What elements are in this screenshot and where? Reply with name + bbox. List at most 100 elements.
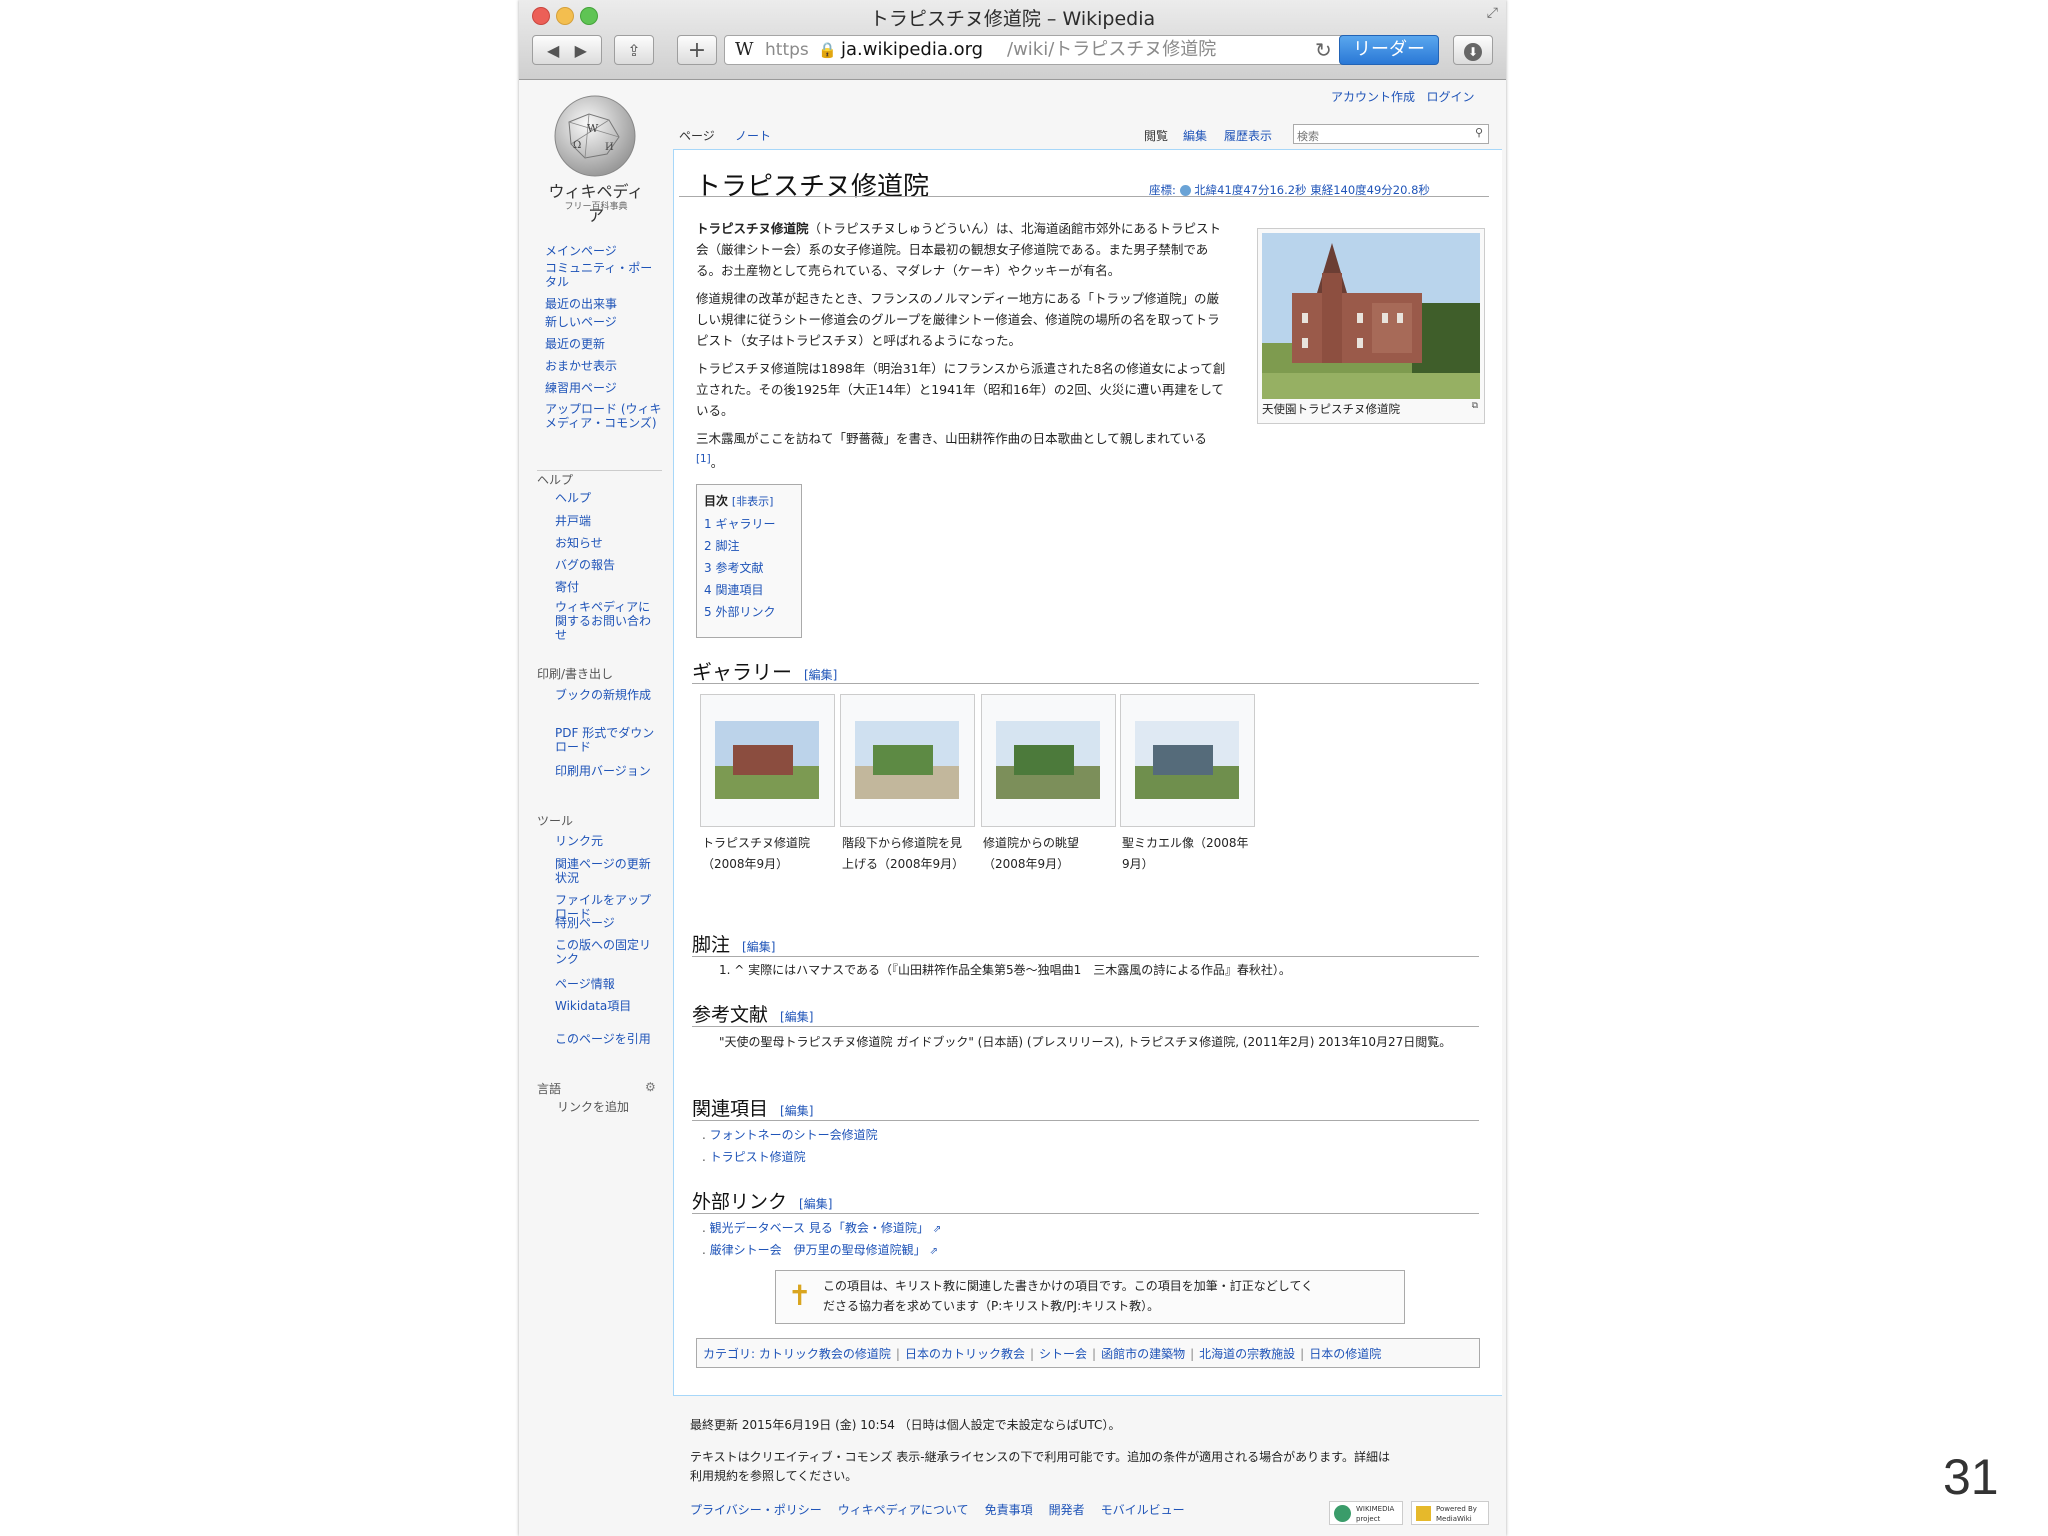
gear-icon[interactable]: ⚙ bbox=[645, 1080, 656, 1094]
category-link[interactable]: 日本の修道院 bbox=[1309, 1347, 1381, 1361]
new-tab-button[interactable]: + bbox=[677, 35, 717, 65]
mediawiki-badge[interactable]: Powered By MediaWiki bbox=[1411, 1501, 1489, 1525]
section-notes-heading: 脚注 [編集] bbox=[692, 930, 775, 957]
gallery-image[interactable] bbox=[715, 721, 819, 799]
downloads-button[interactable]: ⬇ bbox=[1453, 35, 1493, 65]
footer-link[interactable]: ウィキペディアについて bbox=[838, 1503, 969, 1517]
sidebar-item-nav[interactable]: コミュニティ・ポータル bbox=[545, 261, 663, 289]
footnote-ref-1[interactable]: [1] bbox=[696, 453, 711, 465]
coords-link[interactable]: 北緯41度47分16.2秒 東経140度49分20.8秒 bbox=[1194, 183, 1430, 197]
toc-item[interactable]: 3 参考文献 bbox=[704, 559, 763, 576]
sidebar-item-print[interactable]: ブックの新規作成 bbox=[555, 688, 655, 702]
reader-button[interactable]: リーダー bbox=[1339, 35, 1439, 65]
sidebar-item-help[interactable]: 寄付 bbox=[555, 580, 655, 594]
section-related-heading: 関連項目 [編集] bbox=[692, 1094, 813, 1121]
gallery-image[interactable] bbox=[855, 721, 959, 799]
sidebar-item-help[interactable]: 井戸端 bbox=[555, 514, 655, 528]
tab-read[interactable]: 閲覧 bbox=[1144, 127, 1168, 144]
sidebar-item-nav[interactable]: 新しいページ bbox=[545, 315, 663, 329]
puzzle-globe-icon: W Ω И bbox=[554, 95, 636, 177]
sidebar-item-help[interactable]: お知らせ bbox=[555, 536, 655, 550]
url-path: /wiki/トラピスチヌ修道院 bbox=[1007, 39, 1217, 60]
category-list: カトリック教会の修道院 | 日本のカトリック教会 | シトー会 | 函館市の建築物 | 北海道の… bbox=[759, 1347, 1381, 1361]
cross-icon: ✝ bbox=[788, 1279, 812, 1312]
back-icon[interactable]: ◀ bbox=[547, 41, 559, 60]
sidebar-item-tools[interactable]: この版への固定リンク bbox=[555, 938, 655, 966]
section-rule bbox=[692, 1120, 1479, 1121]
sidebar-item-tools[interactable]: Wikidata項目 bbox=[555, 999, 655, 1013]
sidebar-item-tools[interactable]: 特別ページ bbox=[555, 916, 655, 930]
coordinates: 座標: 北緯41度47分16.2秒 東経140度49分20.8秒 bbox=[1149, 182, 1430, 198]
share-button[interactable]: ⇪ bbox=[614, 35, 654, 65]
edit-section-link[interactable]: [編集] bbox=[742, 940, 775, 954]
edit-section-link[interactable]: [編集] bbox=[780, 1104, 813, 1118]
wikimedia-badge[interactable]: WIKIMEDIA project bbox=[1329, 1501, 1403, 1525]
sidebar-item-help[interactable]: バグの報告 bbox=[555, 558, 655, 572]
back-forward-buttons[interactable]: ◀ ▶ bbox=[532, 35, 602, 65]
sidebar-item-nav[interactable]: メインページ bbox=[545, 244, 663, 258]
reload-icon[interactable]: ↻ bbox=[1315, 36, 1332, 64]
footer-link[interactable]: モバイルビュー bbox=[1101, 1503, 1185, 1517]
browser-window: トラピスチヌ修道院 – Wikipedia ⤢ ◀ ▶ ⇪ + W https … bbox=[519, 0, 1506, 1536]
sidebar-item-tools[interactable]: リンク元 bbox=[555, 834, 655, 848]
edit-section-link[interactable]: [編集] bbox=[780, 1010, 813, 1024]
category-link[interactable]: カトリック教会の修道院 bbox=[759, 1347, 891, 1361]
sidebar-item-nav[interactable]: 最近の更新 bbox=[545, 337, 663, 351]
fullscreen-icon[interactable]: ⤢ bbox=[1487, 5, 1498, 21]
related-link[interactable]: フォントネーのシトー会修道院 bbox=[710, 1128, 878, 1142]
wikipedia-logo[interactable]: W Ω И bbox=[549, 92, 639, 180]
toc-item[interactable]: 4 関連項目 bbox=[704, 581, 763, 598]
external-link[interactable]: 観光データベース 見る「教会・修道院」 bbox=[710, 1221, 929, 1235]
related-link[interactable]: トラピスト修道院 bbox=[710, 1150, 806, 1164]
toc-item[interactable]: 2 脚注 bbox=[704, 537, 739, 554]
gallery-image[interactable] bbox=[1135, 721, 1239, 799]
search-box[interactable]: ⚲ bbox=[1293, 124, 1489, 145]
tab-edit[interactable]: 編集 bbox=[1183, 127, 1207, 144]
toc-toggle[interactable]: [非表示] bbox=[732, 495, 774, 508]
category-link[interactable]: 日本のカトリック教会 bbox=[905, 1347, 1025, 1361]
sidebar-item-help[interactable]: ウィキペディアに関するお問い合わせ bbox=[555, 600, 655, 642]
gallery-image[interactable] bbox=[996, 721, 1100, 799]
category-link[interactable]: 北海道の宗教施設 bbox=[1199, 1347, 1295, 1361]
categories-label[interactable]: カテゴリ: bbox=[703, 1347, 755, 1361]
footer-link[interactable]: 免責事項 bbox=[985, 1503, 1033, 1517]
footnote-item: 1. ^ 実際にはハマナスである（『山田耕筰作品全集第5巻〜独唱曲1 三木露風の… bbox=[719, 963, 1291, 977]
sidebar-item-print[interactable]: PDF 形式でダウンロード bbox=[555, 726, 655, 754]
tab-history[interactable]: 履歴表示 bbox=[1224, 127, 1272, 144]
tab-talk[interactable]: ノート bbox=[735, 127, 771, 144]
search-icon[interactable]: ⚲ bbox=[1475, 126, 1483, 139]
search-input[interactable] bbox=[1297, 128, 1457, 145]
category-link[interactable]: シトー会 bbox=[1039, 1347, 1087, 1361]
forward-icon[interactable]: ▶ bbox=[575, 41, 587, 60]
sidebar-item-nav[interactable]: アップロード (ウィキメディア・コモンズ) bbox=[545, 402, 663, 430]
add-language-link[interactable]: リンクを追加 bbox=[557, 1100, 675, 1114]
sidebar-item-help[interactable]: ヘルプ bbox=[555, 491, 655, 505]
tab-page[interactable]: ページ bbox=[679, 127, 715, 144]
sidebar-item-tools[interactable]: このページを引用 bbox=[555, 1032, 655, 1046]
create-account-link[interactable]: アカウント作成 bbox=[1331, 90, 1415, 104]
footer-link[interactable]: 開発者 bbox=[1049, 1503, 1085, 1517]
enlarge-icon[interactable]: ⧉ bbox=[1472, 401, 1478, 411]
toc-item[interactable]: 1 ギャラリー bbox=[704, 515, 775, 532]
sidebar-item-tools[interactable]: 関連ページの更新状況 bbox=[555, 857, 655, 885]
sidebar-item-nav[interactable]: 練習用ページ bbox=[545, 381, 663, 395]
edit-section-link[interactable]: [編集] bbox=[804, 668, 837, 682]
gallery-caption: 階段下から修道院を見上げる（2008年9月） bbox=[842, 836, 965, 871]
sidebar-divider bbox=[537, 470, 662, 471]
coords-label[interactable]: 座標: bbox=[1149, 183, 1176, 197]
footer-link[interactable]: プライバシー・ポリシー bbox=[690, 1503, 822, 1517]
category-link[interactable]: 函館市の建築物 bbox=[1101, 1347, 1185, 1361]
bullet-icon: . bbox=[702, 1243, 710, 1257]
poem-text: 三木露風がここを訪ねて「野薔薇」を書き、山田耕筰作曲の日本歌曲として親しまれてい… bbox=[696, 431, 1207, 446]
sidebar-item-tools[interactable]: ページ情報 bbox=[555, 977, 655, 991]
address-bar[interactable]: W https 🔒 ja.wikipedia.org /wiki/トラピスチヌ修… bbox=[724, 35, 1414, 65]
toc-item[interactable]: 5 外部リンク bbox=[704, 603, 775, 620]
section-title: 脚注 bbox=[692, 934, 731, 956]
external-link[interactable]: 厳律シトー会 伊万里の聖母修道院観」 bbox=[710, 1243, 926, 1257]
sidebar-item-nav[interactable]: おまかせ表示 bbox=[545, 359, 663, 373]
infobox-image[interactable] bbox=[1262, 233, 1480, 399]
sidebar-item-nav[interactable]: 最近の出来事 bbox=[545, 297, 663, 311]
sidebar-item-print[interactable]: 印刷用バージョン bbox=[555, 764, 655, 778]
login-link[interactable]: ログイン bbox=[1426, 90, 1474, 104]
edit-section-link[interactable]: [編集] bbox=[799, 1197, 832, 1211]
